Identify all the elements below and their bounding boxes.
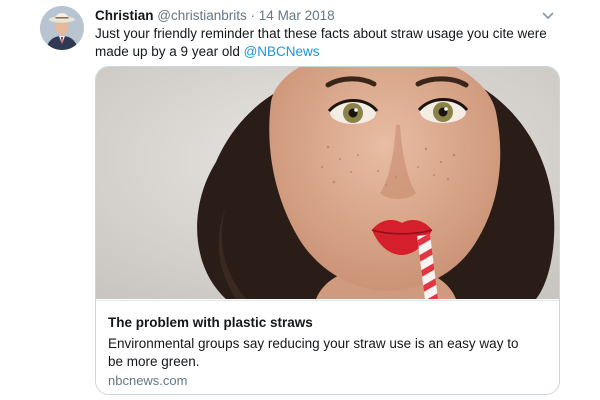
tweet-menu-button[interactable]: [541, 9, 555, 23]
mention-link[interactable]: @NBCNews: [244, 44, 320, 59]
card-body: The problem with plastic straws Environm…: [96, 300, 559, 394]
tweet: Christian @christianbrits · 14 Mar 2018 …: [0, 0, 600, 400]
author-handle[interactable]: @christianbrits: [157, 8, 246, 23]
photo-woman-drinking-through-red-white-straw-icon: [96, 67, 559, 299]
tweet-date[interactable]: 14 Mar 2018: [259, 8, 335, 23]
tweet-text: Just your friendly reminder that these f…: [95, 25, 565, 61]
user-avatar-icon: [40, 6, 84, 50]
card-image[interactable]: [96, 67, 559, 299]
link-card[interactable]: The problem with plastic straws Environm…: [95, 66, 560, 395]
tweet-header: Christian @christianbrits · 14 Mar 2018: [95, 8, 335, 23]
author-name[interactable]: Christian: [95, 8, 154, 23]
tweet-text-prefix: made up by a 9 year old: [95, 44, 244, 59]
avatar[interactable]: [40, 6, 84, 50]
card-domain: nbcnews.com: [108, 373, 188, 388]
chevron-down-icon: [542, 12, 554, 19]
card-title[interactable]: The problem with plastic straws: [108, 315, 313, 330]
tweet-text-line: made up by a 9 year old @NBCNews: [95, 43, 565, 61]
header-separator: ·: [250, 8, 256, 23]
tweet-text-line: Just your friendly reminder that these f…: [95, 26, 547, 41]
card-description: Environmental groups say reducing your s…: [108, 336, 519, 369]
